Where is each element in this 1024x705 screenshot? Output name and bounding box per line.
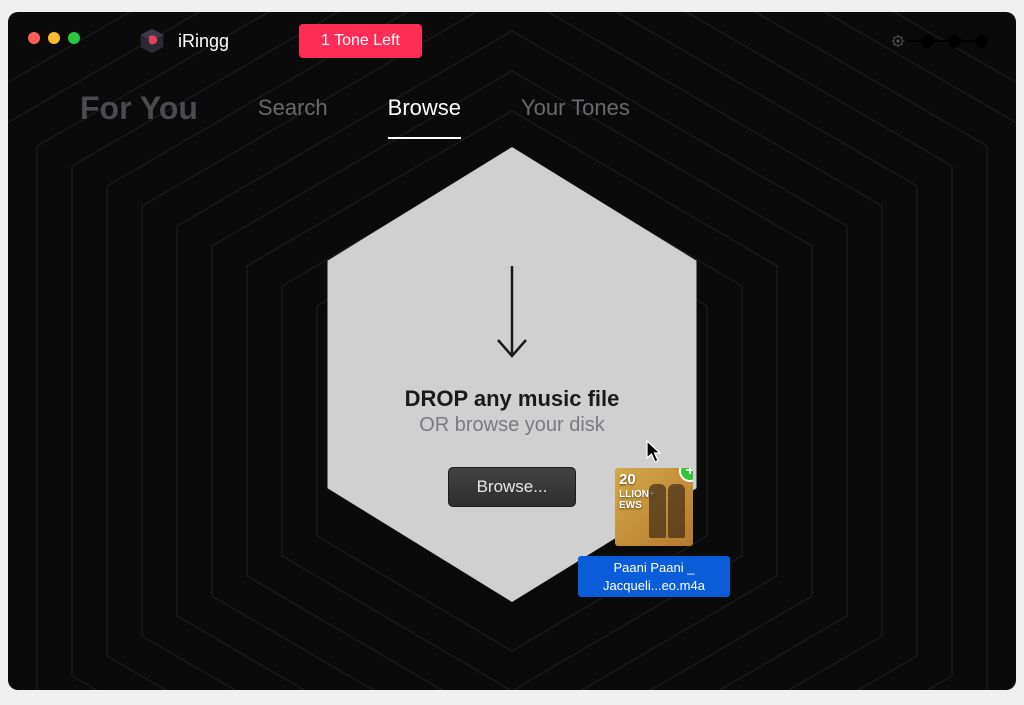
drop-subtitle: OR browse your disk (419, 414, 605, 437)
tone-left-badge[interactable]: 1 Tone Left (299, 24, 422, 58)
arrow-down-icon (494, 262, 530, 362)
app-logo-icon (138, 27, 166, 55)
status-connector (934, 40, 948, 42)
file-thumbnail: 20 LLION+ EWS + (615, 468, 693, 546)
dragged-file[interactable]: 20 LLION+ EWS + Paani Paani _ Jacqueli..… (615, 468, 730, 597)
status-node-1 (921, 35, 934, 48)
drop-title: DROP any music file (405, 386, 620, 412)
cursor-pointer-icon (646, 440, 664, 464)
titlebar: iRingg 1 Tone Left (8, 12, 1016, 70)
tab-search[interactable]: Search (258, 95, 328, 133)
browse-button[interactable]: Browse... (448, 467, 577, 507)
app-title: iRingg (178, 31, 229, 52)
tab-for-you[interactable]: For You (80, 90, 198, 139)
gear-icon[interactable] (891, 34, 905, 48)
nav-tabs: For You Search Browse Your Tones (8, 84, 1016, 144)
app-window: iRingg 1 Tone Left For You Search (8, 12, 1016, 690)
tab-browse[interactable]: Browse (388, 95, 461, 133)
status-node-3 (975, 35, 988, 48)
file-name-label: Paani Paani _ Jacqueli...eo.m4a (578, 556, 730, 597)
tab-your-tones[interactable]: Your Tones (521, 95, 630, 133)
status-node-2 (948, 35, 961, 48)
connection-status (891, 34, 988, 48)
thumb-figures (649, 484, 687, 538)
add-plus-icon: + (679, 468, 693, 482)
status-connector (961, 40, 975, 42)
status-connector (907, 40, 921, 42)
